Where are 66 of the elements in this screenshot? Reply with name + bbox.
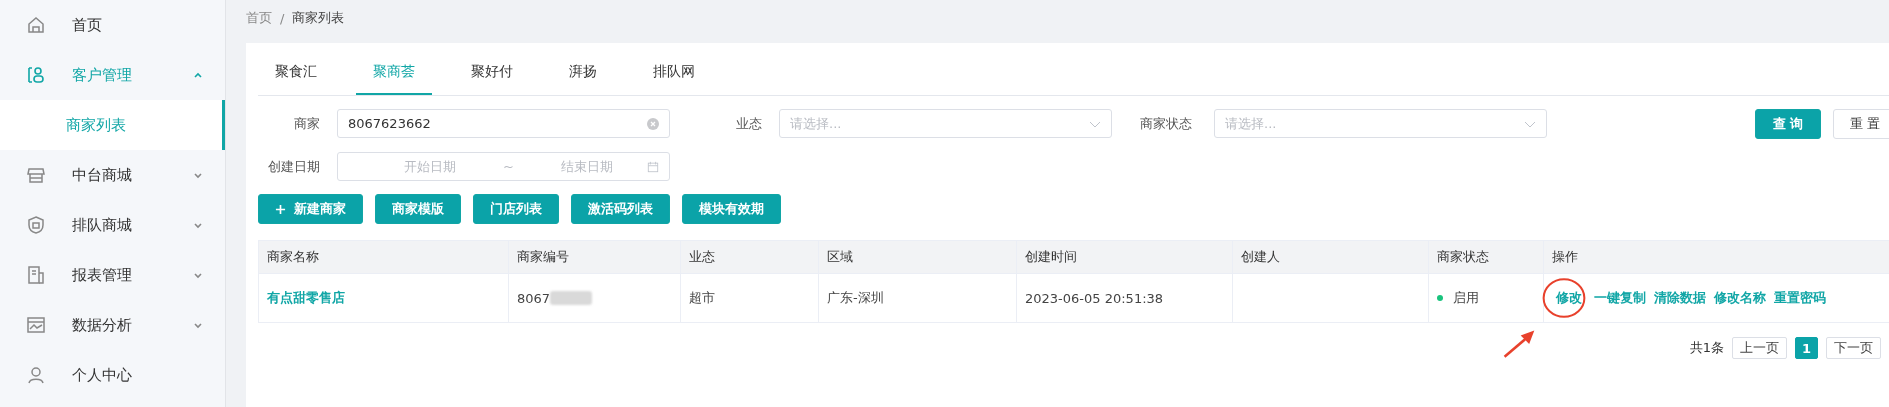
sidebar-item[interactable]: 排队商城	[0, 200, 225, 250]
merchant-label: 商家	[293, 114, 320, 133]
reset-button[interactable]: 重 置	[1833, 108, 1889, 139]
merchant-status-label: 商家状态	[1139, 114, 1192, 133]
document-icon	[26, 265, 46, 285]
annotation-arrow	[1502, 328, 1536, 360]
total-count: 共1条	[1689, 339, 1724, 357]
plus-icon	[275, 203, 286, 215]
previous-page-button[interactable]: 上一页	[1731, 337, 1787, 359]
sidebar-item[interactable]: 中台商城	[0, 150, 225, 200]
column-header: 操作	[1551, 248, 1579, 266]
created-date-label: 创建日期	[267, 157, 320, 176]
table-cell: 8067	[517, 290, 551, 306]
sidebar-item[interactable]: 个人中心	[0, 350, 225, 400]
breadcrumb-item: 商家列表	[292, 9, 345, 27]
action-button[interactable]: 门店列表	[473, 194, 559, 224]
tab[interactable]: 聚食汇	[258, 51, 334, 95]
chart-icon	[26, 315, 46, 335]
business-type-label: 业态	[735, 114, 762, 133]
sidebar-item[interactable]: 数据分析	[0, 300, 225, 350]
people-icon	[26, 65, 46, 85]
action-button[interactable]: 商家模版	[375, 194, 461, 224]
store-icon	[26, 165, 46, 185]
shield-icon	[26, 215, 46, 235]
tab[interactable]: 湃扬	[552, 51, 614, 95]
query-button[interactable]: 查 询	[1755, 108, 1821, 139]
table-cell: 超市	[689, 289, 715, 307]
column-header: 商家状态	[1429, 241, 1544, 273]
action-button[interactable]: 模块有效期	[682, 194, 781, 224]
sidebar-item[interactable]: 报表管理	[0, 250, 225, 300]
merchant-name-link[interactable]: 有点甜零售店	[267, 289, 345, 307]
column-header: 商家名称	[259, 241, 509, 273]
operation-link[interactable]: 修改名称	[1714, 289, 1766, 307]
user-icon	[26, 365, 46, 385]
calendar-icon	[647, 160, 659, 173]
tab[interactable]: 聚好付	[454, 51, 530, 95]
operation-link[interactable]: 重置密码	[1774, 289, 1826, 307]
merchant-input-field[interactable]: 8067623662	[337, 109, 670, 138]
sidebar-subitem[interactable]: 商家列表	[0, 100, 225, 150]
annotation-circle	[1542, 276, 1586, 320]
tab[interactable]: 聚商荟	[356, 51, 432, 95]
breadcrumb-item[interactable]: 首页	[246, 9, 272, 27]
home-icon	[26, 15, 46, 35]
column-header: 业态	[681, 241, 819, 273]
merchant-status-select[interactable]: 请选择...	[1214, 109, 1547, 138]
page-number-button[interactable]: 1	[1794, 337, 1818, 359]
operation-link[interactable]: 清除数据	[1654, 289, 1706, 307]
business-type-select[interactable]: 请选择...	[779, 109, 1112, 138]
blurred-region	[550, 291, 593, 305]
table-cell: 广东-深圳	[827, 289, 884, 307]
date-range-field[interactable]: 开始日期 ~ 结束日期	[337, 152, 670, 181]
column-header: 创建时间	[1017, 241, 1233, 273]
column-header: 区域	[819, 241, 1017, 273]
sidebar-item[interactable]: 客户管理	[0, 50, 225, 100]
operation-link[interactable]: 一键复制	[1594, 289, 1646, 307]
table-cell: 2023-06-05 20:51:38	[1025, 290, 1164, 306]
next-page-button[interactable]: 下一页	[1826, 337, 1881, 359]
clear-icon[interactable]	[647, 117, 659, 130]
column-header: 商家编号	[509, 241, 681, 273]
breadcrumb-separator: /	[280, 10, 285, 26]
sidebar-item[interactable]: 首页	[0, 0, 225, 50]
action-button[interactable]: 新建商家	[258, 194, 363, 224]
tab[interactable]: 排队网	[636, 51, 712, 95]
status-text: 启用	[1453, 289, 1479, 307]
column-header: 创建人	[1233, 241, 1429, 273]
action-button[interactable]: 激活码列表	[571, 194, 670, 224]
